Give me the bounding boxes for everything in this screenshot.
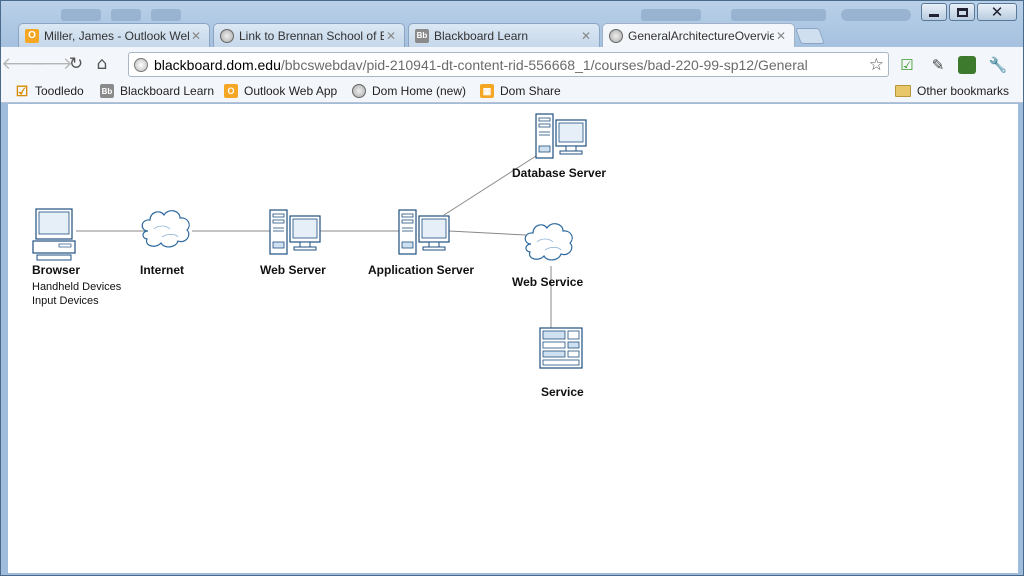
folder-icon (895, 85, 911, 97)
node-label-internet: Internet (140, 263, 185, 277)
bookmark-label: Dom Home (new) (372, 84, 467, 98)
pen-extension-icon[interactable]: ✎ (927, 54, 949, 76)
url-path: /bbcswebdav/pid-210941-dt-content-rid-55… (280, 56, 808, 73)
bookmark-label: Blackboard Learn (120, 84, 215, 98)
tab-close-icon[interactable]: ✕ (384, 29, 398, 43)
bookmark-outlook-web-app[interactable]: O Outlook Web App (224, 84, 337, 98)
home-icon: ⌂ (96, 54, 108, 74)
page-info-icon (134, 57, 148, 72)
outlook-icon: O (25, 28, 39, 43)
browser-sublabel: Handheld Devices (32, 281, 122, 293)
connector-appserver-webservice (448, 230, 527, 236)
window-controls: ✕ (919, 3, 1017, 21)
tab-title: Blackboard Learn (434, 28, 529, 43)
globe-icon (609, 29, 623, 43)
blackboard-icon: Bb (415, 28, 429, 43)
share-icon: ▦ (480, 84, 494, 98)
evernote-extension-icon[interactable] (956, 54, 978, 76)
tab-title: Link to Brennan School of B (239, 28, 384, 43)
tab-brennan[interactable]: Link to Brennan School of B ✕ (213, 23, 405, 47)
checklist-extension-icon[interactable]: ☑ (896, 54, 918, 76)
other-bookmarks-label: Other bookmarks (917, 84, 1010, 98)
tab-title: Miller, James - Outlook Web (44, 28, 189, 43)
web-server-tower-icon (269, 209, 288, 255)
titlebar-decoration (111, 9, 141, 21)
node-label-application-server: Application Server (368, 263, 475, 277)
database-server-monitor-icon (555, 119, 587, 155)
globe-icon (220, 28, 234, 43)
other-bookmarks[interactable]: Other bookmarks (895, 84, 1009, 98)
reload-button[interactable]: ↻ (63, 51, 89, 77)
titlebar-decoration (731, 9, 826, 21)
node-label-browser: Browser (32, 263, 81, 277)
application-server-tower-icon (398, 209, 417, 255)
close-window-button[interactable]: ✕ (977, 3, 1017, 21)
titlebar-decoration (641, 9, 701, 21)
home-button[interactable]: ⌂ (89, 51, 115, 77)
evernote-icon (958, 56, 976, 74)
wrench-menu-icon[interactable]: 🔧 (987, 54, 1009, 76)
minimize-button[interactable] (921, 3, 947, 21)
tab-blackboard[interactable]: Bb Blackboard Learn ✕ (408, 23, 600, 47)
tab-outlook[interactable]: O Miller, James - Outlook Web ✕ (18, 23, 210, 47)
bookmark-dom-share[interactable]: ▦ Dom Share (480, 84, 561, 98)
tab-close-icon[interactable]: ✕ (189, 29, 203, 43)
bookmark-dom-home[interactable]: Dom Home (new) (352, 84, 466, 98)
web-service-cloud-icon (524, 223, 573, 261)
node-label-database-server: Database Server (512, 166, 607, 180)
internet-cloud-icon (141, 210, 190, 248)
bookmark-label: Toodledo (35, 84, 84, 98)
new-tab-button[interactable] (795, 28, 825, 44)
tab-close-icon[interactable]: ✕ (579, 29, 593, 43)
node-label-service: Service (541, 385, 584, 399)
minimize-icon (929, 13, 939, 17)
close-icon: ✕ (990, 2, 1004, 21)
browser-sublabel: Input Devices (32, 295, 99, 307)
bookmark-star-icon[interactable]: ☆ (865, 55, 884, 75)
forward-button[interactable]: 🡒 (27, 51, 73, 77)
checkmark-icon: ☑ (15, 82, 29, 99)
node-label-web-service: Web Service (512, 275, 584, 289)
maximize-icon (956, 7, 968, 17)
browser-window: ✕ O Miller, James - Outlook Web ✕ Link t… (0, 0, 1024, 576)
maximize-button[interactable] (949, 3, 975, 21)
database-server-tower-icon (535, 113, 554, 159)
bookmark-blackboard-learn[interactable]: Bb Blackboard Learn (100, 84, 214, 98)
bookmarks-bar: ☑ Toodledo Bb Blackboard Learn O Outlook… (1, 81, 1023, 103)
reload-icon: ↻ (68, 54, 84, 74)
tab-title: GeneralArchitectureOvervie (628, 29, 774, 43)
blackboard-icon: Bb (100, 84, 114, 98)
titlebar-decoration (841, 9, 911, 21)
browser-computer-icon (32, 208, 76, 261)
bookmark-label: Outlook Web App (244, 84, 338, 98)
application-server-monitor-icon (418, 215, 450, 251)
navigation-toolbar: 🡐 🡒 ↻ ⌂ blackboard.dom.edu/bbcswebdav/pi… (1, 47, 1023, 81)
tab-architecture-active[interactable]: GeneralArchitectureOvervie ✕ (602, 23, 795, 48)
web-server-monitor-icon (289, 215, 321, 251)
titlebar-decoration (151, 9, 181, 21)
tab-close-icon[interactable]: ✕ (774, 29, 788, 43)
globe-icon (352, 84, 366, 98)
service-rack-icon (539, 327, 583, 369)
page-content: Browser Handheld Devices Input Devices I… (8, 104, 1018, 573)
address-bar[interactable]: blackboard.dom.edu/bbcswebdav/pid-210941… (128, 52, 889, 77)
url-host: blackboard.dom.edu (154, 56, 281, 73)
tab-strip: O Miller, James - Outlook Web ✕ Link to … (1, 21, 1024, 48)
outlook-icon: O (224, 84, 238, 98)
bookmark-toodledo[interactable]: ☑ Toodledo (15, 82, 84, 99)
connector-appserver-database (443, 155, 537, 216)
bookmark-label: Dom Share (500, 84, 561, 98)
node-label-web-server: Web Server (260, 263, 326, 277)
titlebar-decoration (61, 9, 101, 21)
